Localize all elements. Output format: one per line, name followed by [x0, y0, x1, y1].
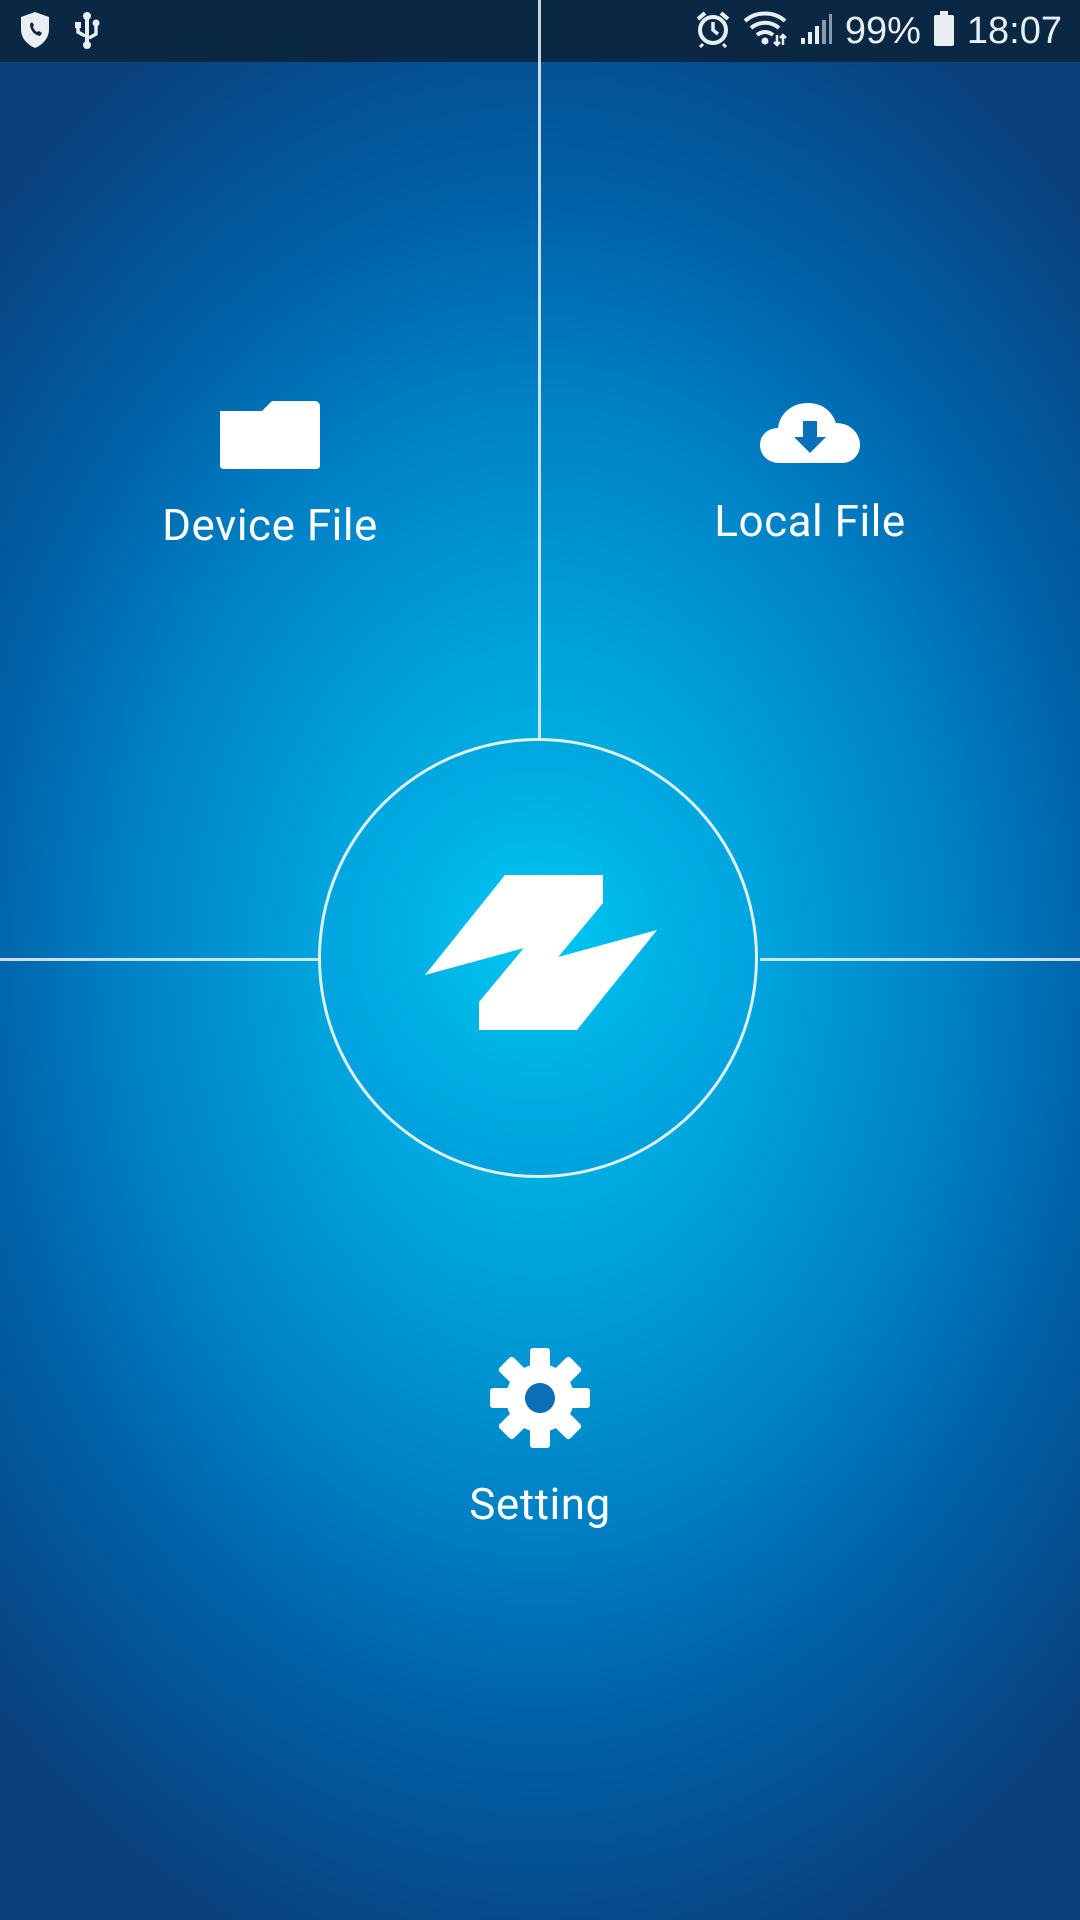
app-logo-circle: [318, 738, 758, 1178]
local-file-button[interactable]: Local File: [630, 395, 990, 547]
status-right-icons: 99% 18:07: [695, 6, 1062, 56]
app-logo-icon: [425, 875, 657, 1035]
divider-horizontal-left: [0, 958, 320, 961]
device-file-button[interactable]: Device File: [90, 395, 450, 551]
alarm-icon: [695, 10, 731, 52]
battery-icon: [933, 11, 955, 51]
clock: 18:07: [966, 10, 1062, 52]
local-file-label: Local File: [714, 495, 906, 547]
folder-icon: [218, 395, 322, 475]
gear-icon: [488, 1346, 592, 1454]
wifi-icon: [743, 11, 787, 51]
signal-icon: [799, 12, 833, 50]
setting-button[interactable]: Setting: [360, 1346, 720, 1530]
setting-label: Setting: [469, 1478, 611, 1530]
usb-icon: [72, 10, 102, 54]
cloud-download-icon: [758, 395, 862, 471]
status-left-icons: [18, 10, 102, 54]
shield-icon: [18, 10, 52, 54]
divider-horizontal-right: [760, 958, 1080, 961]
divider-vertical: [538, 0, 541, 740]
device-file-label: Device File: [162, 499, 378, 551]
battery-percent: 99%: [844, 10, 921, 52]
